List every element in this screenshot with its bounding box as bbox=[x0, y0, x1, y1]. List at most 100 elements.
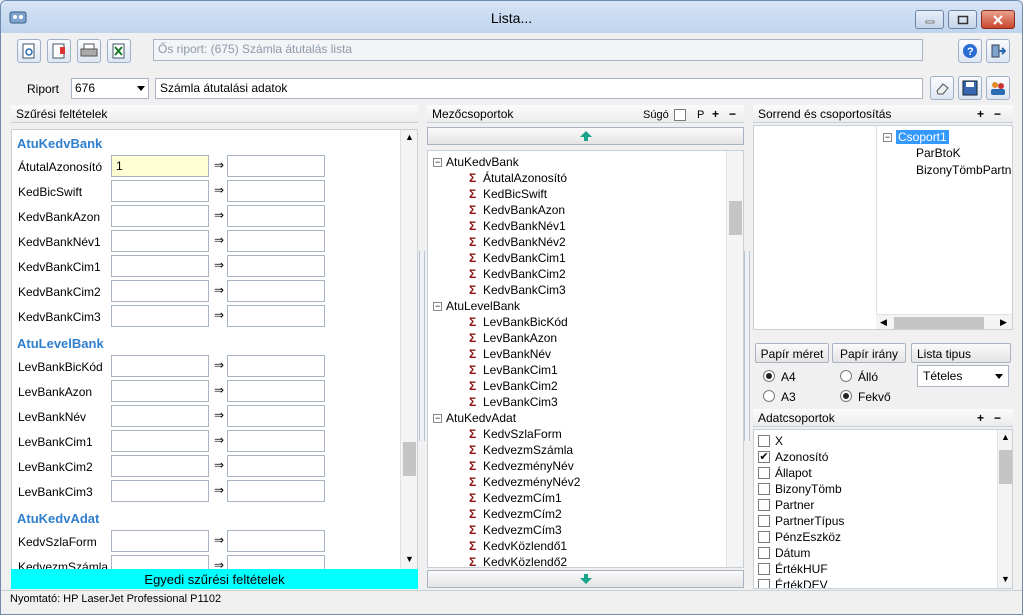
move-down-button[interactable] bbox=[427, 570, 744, 588]
tree-field-node[interactable]: ÁtutalAzonosító bbox=[483, 171, 567, 185]
plus-icon[interactable]: + bbox=[712, 107, 719, 121]
tree-field-node[interactable]: KedvSzlaForm bbox=[483, 427, 562, 441]
minus-icon[interactable]: − bbox=[994, 107, 1001, 121]
custom-filter-button[interactable]: Egyedi szűrési feltételek bbox=[11, 569, 418, 589]
filter-to-input[interactable] bbox=[227, 180, 325, 202]
collapse-icon[interactable]: − bbox=[433, 302, 442, 311]
clear-button[interactable] bbox=[930, 76, 954, 100]
data-group-checkbox[interactable]: ✔ bbox=[758, 451, 770, 463]
tree-field-node[interactable]: LevBankNév bbox=[483, 347, 551, 361]
filter-to-input[interactable] bbox=[227, 230, 325, 252]
move-up-button[interactable] bbox=[427, 127, 744, 145]
scroll-thumb[interactable] bbox=[999, 450, 1012, 484]
tree-field-node[interactable]: KedvezményNév bbox=[483, 459, 574, 473]
filter-to-input[interactable] bbox=[227, 280, 325, 302]
tree-field-node[interactable]: KedvKözlendő2 bbox=[483, 555, 567, 567]
filter-to-input[interactable] bbox=[227, 305, 325, 327]
close-button[interactable] bbox=[981, 10, 1015, 29]
tree-field-node[interactable]: KedvezmSzámla bbox=[483, 443, 573, 457]
filter-to-input[interactable] bbox=[227, 380, 325, 402]
maximize-button[interactable] bbox=[948, 10, 977, 29]
filter-from-input[interactable] bbox=[111, 405, 209, 427]
data-group-checkbox[interactable] bbox=[758, 515, 770, 527]
filter-to-input[interactable] bbox=[227, 355, 325, 377]
filter-to-input[interactable] bbox=[227, 255, 325, 277]
scroll-thumb[interactable] bbox=[729, 201, 742, 235]
filter-to-input[interactable] bbox=[227, 205, 325, 227]
filter-from-input[interactable] bbox=[111, 255, 209, 277]
data-group-checkbox[interactable] bbox=[758, 483, 770, 495]
group-node[interactable]: Csoport1 bbox=[896, 130, 949, 144]
tree-field-node[interactable]: KedBicSwift bbox=[483, 187, 547, 201]
filter-to-input[interactable] bbox=[227, 430, 325, 452]
tree-field-node[interactable]: LevBankCim2 bbox=[483, 379, 558, 393]
sort-node[interactable]: BizonyTömbPartn bbox=[916, 163, 1011, 177]
tree-field-node[interactable]: LevBankCim1 bbox=[483, 363, 558, 377]
filter-scrollbar[interactable]: ▲ ▼ bbox=[400, 130, 417, 570]
sort-node[interactable]: ParBtoK bbox=[916, 146, 961, 160]
data-group-checkbox[interactable] bbox=[758, 563, 770, 575]
filter-from-input[interactable] bbox=[111, 430, 209, 452]
filter-from-input[interactable] bbox=[111, 230, 209, 252]
radio-portrait[interactable] bbox=[840, 370, 852, 382]
tree-field-node[interactable]: KedvezmCím2 bbox=[483, 507, 562, 521]
plus-icon[interactable]: + bbox=[977, 411, 984, 425]
users-button[interactable] bbox=[986, 76, 1010, 100]
filter-from-input[interactable] bbox=[111, 530, 209, 552]
filter-from-input[interactable] bbox=[111, 480, 209, 502]
filter-to-input[interactable] bbox=[227, 530, 325, 552]
help-button[interactable]: ? bbox=[958, 39, 982, 63]
tab-paper-orientation[interactable]: Papír irány bbox=[832, 343, 906, 363]
data-group-checkbox[interactable] bbox=[758, 435, 770, 447]
tree-field-node[interactable]: KedvBankNév1 bbox=[483, 219, 566, 233]
tree-group-node[interactable]: AtuKedvBank bbox=[446, 155, 519, 169]
tree-field-node[interactable]: KedvezményNév2 bbox=[483, 475, 580, 489]
tree-field-node[interactable]: LevBankBicKód bbox=[483, 315, 568, 329]
filter-from-input[interactable] bbox=[111, 380, 209, 402]
filter-from-input[interactable] bbox=[111, 205, 209, 227]
tree-group-node[interactable]: AtuKedvAdat bbox=[446, 411, 516, 425]
exit-button[interactable] bbox=[986, 39, 1010, 63]
tab-paper-size[interactable]: Papír méret bbox=[755, 343, 829, 363]
data-group-checkbox[interactable] bbox=[758, 579, 770, 588]
filter-to-input[interactable] bbox=[227, 155, 325, 177]
filter-to-input[interactable] bbox=[227, 455, 325, 477]
plus-icon[interactable]: + bbox=[977, 107, 984, 121]
tree-field-node[interactable]: KedvBankCim2 bbox=[483, 267, 566, 281]
help-checkbox[interactable] bbox=[674, 109, 686, 121]
minus-icon[interactable]: − bbox=[729, 107, 736, 121]
riport-description-field[interactable]: Számla átutalási adatok bbox=[155, 78, 923, 99]
radio-landscape[interactable] bbox=[840, 390, 852, 402]
report-settings-button[interactable] bbox=[47, 39, 71, 63]
filter-from-input[interactable] bbox=[111, 280, 209, 302]
tree-field-node[interactable]: KedvBankAzon bbox=[483, 203, 565, 217]
minimize-button[interactable] bbox=[915, 10, 944, 29]
scroll-thumb[interactable] bbox=[403, 442, 416, 476]
filter-from-input[interactable]: 1 bbox=[111, 155, 209, 177]
minus-icon[interactable]: − bbox=[994, 411, 1001, 425]
tree-field-node[interactable]: KedvBankNév2 bbox=[483, 235, 566, 249]
list-type-select[interactable]: Tételes bbox=[917, 365, 1009, 387]
tree-field-node[interactable]: KedvKözlendő1 bbox=[483, 539, 567, 553]
right-splitter[interactable] bbox=[744, 251, 750, 441]
riport-select[interactable]: 676 bbox=[71, 78, 149, 99]
tree-group-node[interactable]: AtuLevelBank bbox=[446, 299, 520, 313]
filter-from-input[interactable] bbox=[111, 455, 209, 477]
data-group-checkbox[interactable] bbox=[758, 467, 770, 479]
save-button[interactable] bbox=[958, 76, 982, 100]
filter-to-input[interactable] bbox=[227, 405, 325, 427]
excel-export-button[interactable] bbox=[107, 39, 131, 63]
filter-from-input[interactable] bbox=[111, 180, 209, 202]
data-group-checkbox[interactable] bbox=[758, 531, 770, 543]
filter-from-input[interactable] bbox=[111, 355, 209, 377]
radio-a4[interactable] bbox=[763, 370, 775, 382]
data-group-checkbox[interactable] bbox=[758, 547, 770, 559]
print-button[interactable] bbox=[77, 39, 101, 63]
tree-field-node[interactable]: LevBankCim3 bbox=[483, 395, 558, 409]
collapse-icon[interactable]: − bbox=[883, 133, 892, 142]
data-group-checkbox[interactable] bbox=[758, 499, 770, 511]
filter-to-input[interactable] bbox=[227, 480, 325, 502]
data-scrollbar[interactable]: ▲ ▼ bbox=[997, 430, 1012, 588]
collapse-icon[interactable]: − bbox=[433, 158, 442, 167]
tab-list-type[interactable]: Lista tipus bbox=[911, 343, 1011, 363]
